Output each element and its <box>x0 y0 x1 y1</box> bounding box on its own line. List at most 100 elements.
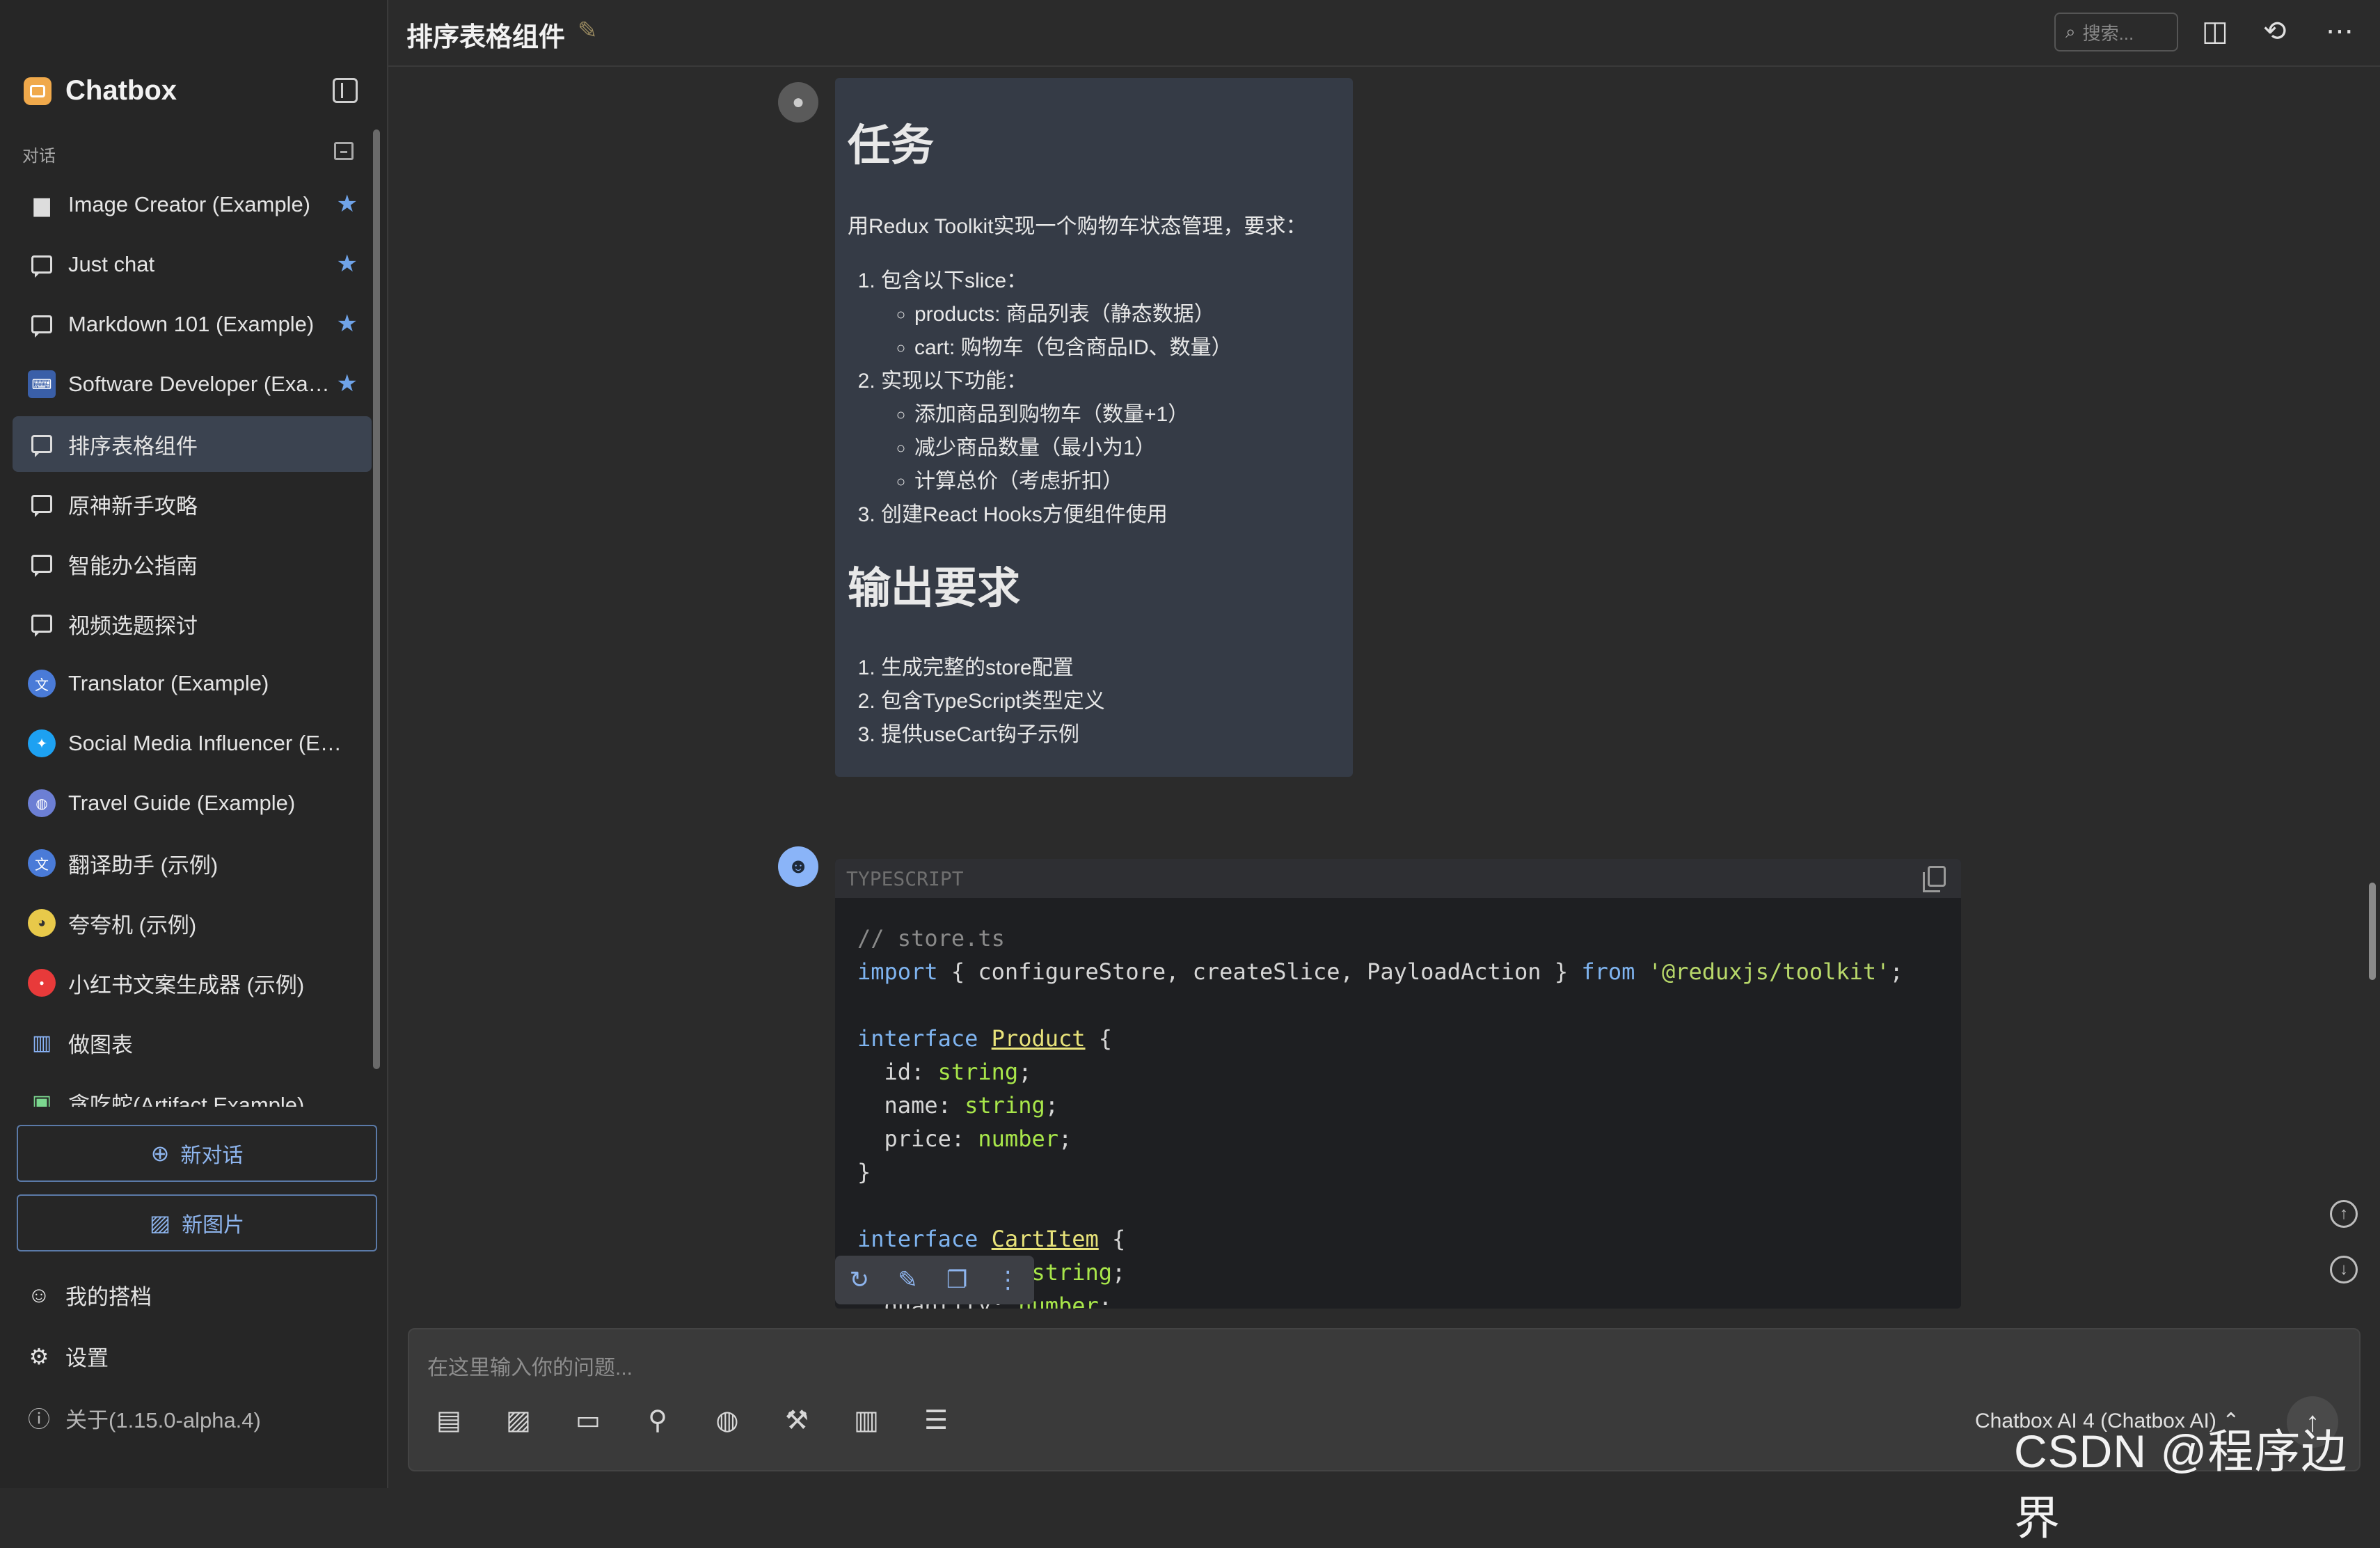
conversation-item[interactable]: 视频选题探讨 <box>13 596 372 651</box>
output-list: 生成完整的store配置 包含TypeScript类型定义 提供useCart钩… <box>848 651 1340 752</box>
task-heading: 任务 <box>848 122 935 170</box>
chat-icon <box>28 610 56 638</box>
settings-label: 设置 <box>65 1346 109 1371</box>
star-icon[interactable]: ★ <box>337 192 358 216</box>
new-image-button[interactable]: ▨ 新图片 <box>17 1194 377 1251</box>
twitter-avatar-icon: ✦ <box>28 729 56 757</box>
conversation-label: Translator (Example) <box>68 671 269 695</box>
edit-title-pencil-icon[interactable]: ✎ <box>578 17 598 45</box>
xiaohongshu-avatar-icon: ● <box>28 969 56 997</box>
conversation-label: 原神新手攻略 <box>68 493 198 519</box>
gear-icon: ⚙ <box>29 1343 49 1369</box>
info-icon: ⓘ <box>27 1407 50 1432</box>
conversation-item[interactable]: ⌨ Software Developer (Example) ★ <box>13 356 372 412</box>
conversation-item[interactable]: ✦ Social Media Influencer (Example) <box>13 716 372 771</box>
search-input[interactable]: ⌕ 搜索... <box>2054 13 2178 52</box>
globe-icon[interactable]: ◍ <box>706 1405 749 1436</box>
my-copilots-link[interactable]: ☺ 我的搭档 <box>26 1279 152 1311</box>
hammer-icon[interactable]: ⚒ <box>775 1405 818 1436</box>
translator-avatar-icon: 文 <box>28 670 56 697</box>
list-item: 计算总价（考虑折扣） <box>914 465 1340 498</box>
chat-icon <box>28 430 56 458</box>
history-icon[interactable]: ⟲ <box>2263 15 2287 47</box>
copy-icon[interactable]: ❐ <box>946 1266 967 1294</box>
scroll-up-icon[interactable]: ↑ <box>2330 1200 2358 1228</box>
translator-avatar-icon: 文 <box>28 849 56 877</box>
code-header: TYPESCRIPT <box>835 859 1961 898</box>
task-list: 包含以下slice： products: 商品列表（静态数据） cart: 购物… <box>848 264 1340 532</box>
folder-icon[interactable]: ▭ <box>566 1405 610 1436</box>
star-icon[interactable]: ★ <box>337 372 358 395</box>
chat-icon <box>28 251 56 278</box>
conversation-item[interactable]: Just chat ★ <box>13 237 372 292</box>
knowledge-book-icon[interactable]: ▥ <box>845 1405 888 1436</box>
conversation-item[interactable]: 文 Translator (Example) <box>13 656 372 711</box>
more-vertical-icon[interactable]: ⋮ <box>996 1266 1020 1294</box>
conversation-item[interactable]: ▆ Image Creator (Example) ★ <box>13 177 372 232</box>
conversation-list: ▆ Image Creator (Example) ★ Just chat ★ … <box>13 177 372 1107</box>
new-image-label: 新图片 <box>182 1214 245 1237</box>
settings-link[interactable]: ⚙ 设置 <box>26 1341 109 1372</box>
about-label: 关于(1.15.0-alpha.4) <box>65 1407 261 1432</box>
chat-icon <box>28 490 56 518</box>
copy-code-icon[interactable] <box>1923 866 1946 892</box>
new-chat-button[interactable]: ⊕ 新对话 <box>17 1125 377 1182</box>
star-icon[interactable]: ★ <box>337 252 358 276</box>
link-icon[interactable]: ⚲ <box>636 1405 679 1436</box>
more-options-icon[interactable]: ⋯ <box>2326 15 2354 47</box>
split-view-icon[interactable]: ◫ <box>2202 15 2228 47</box>
list-item: 添加商品到购物车（数量+1） <box>914 398 1340 432</box>
regenerate-icon[interactable]: ↻ <box>850 1266 870 1294</box>
brand-name: Chatbox <box>65 75 177 106</box>
sidebar-scrollbar[interactable] <box>373 129 380 1069</box>
message-actions: ↻ ✎ ❐ ⋮ <box>835 1256 1034 1304</box>
archive-icon[interactable] <box>334 142 354 160</box>
attach-image-icon[interactable]: ▨ <box>497 1405 540 1436</box>
scroll-down-icon[interactable]: ↓ <box>2330 1256 2358 1284</box>
composer-toolbar: ▤ ▨ ▭ ⚲ ◍ ⚒ ▥ ☰ <box>427 1405 984 1436</box>
chat-scrollbar[interactable] <box>2369 883 2376 980</box>
conversation-item[interactable]: ▣ 贪吃蛇(Artifact Example) <box>13 1075 372 1107</box>
brand: Chatbox <box>24 75 177 106</box>
topbar: 排序表格组件 ✎ ⌕ 搜索... ◫ ⟲ ⋯ <box>388 0 2380 67</box>
list-item: 实现以下功能： 添加商品到购物车（数量+1） 减少商品数量（最小为1） 计算总价… <box>881 365 1340 498</box>
conversation-label: 视频选题探讨 <box>68 613 198 638</box>
conversation-label: Image Creator (Example) <box>68 192 311 216</box>
duck-avatar-icon: ◕ <box>28 909 56 937</box>
collapse-sidebar-icon[interactable] <box>333 78 358 103</box>
chat-icon <box>28 310 56 338</box>
message-input[interactable]: 在这里输入你的问题... <box>427 1350 633 1381</box>
task-intro: 用Redux Toolkit实现一个购物车状态管理，要求： <box>848 215 1307 238</box>
attach-file-icon[interactable]: ▤ <box>427 1405 470 1436</box>
chat-title: 排序表格组件 <box>406 23 566 52</box>
about-link[interactable]: ⓘ 关于(1.15.0-alpha.4) <box>26 1402 261 1434</box>
snake-avatar-icon: ▣ <box>31 1091 52 1107</box>
conversation-item-active[interactable]: 排序表格组件 <box>13 416 372 472</box>
conversation-label: Social Media Influencer (Example) <box>68 731 347 755</box>
conversation-item[interactable]: ● 小红书文案生成器 (示例) <box>13 955 372 1011</box>
conversation-label: 夸夸机 (示例) <box>68 913 197 938</box>
list-item: products: 商品列表（静态数据） <box>914 298 1340 331</box>
output-heading: 输出要求 <box>848 564 1021 613</box>
conversation-label: 贪吃蛇(Artifact Example) <box>68 1092 305 1107</box>
conversation-item[interactable]: ◕ 夸夸机 (示例) <box>13 895 372 951</box>
conversation-item[interactable]: 文 翻译助手 (示例) <box>13 835 372 891</box>
code-language: TYPESCRIPT <box>846 867 964 890</box>
conversation-item[interactable]: Markdown 101 (Example) ★ <box>13 297 372 352</box>
conversation-item[interactable]: ◍ Travel Guide (Example) <box>13 775 372 831</box>
search-icon: ⌕ <box>2065 21 2076 42</box>
conversation-item[interactable]: 智能办公指南 <box>13 536 372 592</box>
conversation-label: 做图表 <box>68 1032 133 1057</box>
conversation-label: Markdown 101 (Example) <box>68 312 315 336</box>
code-block: TYPESCRIPT // store.ts import { configur… <box>835 859 1961 1309</box>
settings-sliders-icon[interactable]: ☰ <box>914 1405 958 1436</box>
edit-pencil-icon[interactable]: ✎ <box>898 1266 918 1294</box>
add-image-icon: ▨ <box>149 1210 171 1235</box>
chat-icon <box>28 550 56 578</box>
user-avatar-icon: ● <box>778 82 818 123</box>
star-icon[interactable]: ★ <box>337 312 358 335</box>
section-label: 对话 <box>22 147 56 166</box>
conversation-item[interactable]: 原神新手攻略 <box>13 476 372 532</box>
conversation-item[interactable]: ▥ 做图表 <box>13 1015 372 1071</box>
conversation-label: Software Developer (Example) <box>68 372 347 396</box>
